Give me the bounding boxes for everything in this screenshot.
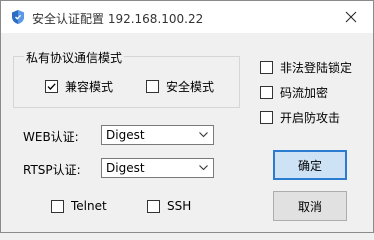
rtsp-auth-value: Digest <box>106 161 145 175</box>
cancel-button[interactable]: 取消 <box>273 191 347 221</box>
web-auth-value: Digest <box>106 128 145 142</box>
rtsp-auth-label: RTSP认证: <box>23 163 81 177</box>
checkbox-box[interactable] <box>260 111 273 124</box>
chevron-down-icon <box>199 165 208 171</box>
title-bar: 安全认证配置 192.168.100.22 <box>1 1 373 33</box>
ok-button[interactable]: 确定 <box>273 150 347 180</box>
shield-icon <box>10 9 26 25</box>
telnet-checkbox[interactable]: Telnet <box>51 199 107 213</box>
private-protocol-group-label: 私有协议通信模式 <box>24 49 125 66</box>
rtsp-auth-select[interactable]: Digest <box>101 158 214 178</box>
close-icon <box>345 11 357 23</box>
security-auth-dialog: 安全认证配置 192.168.100.22 私有协议通信模式 兼容模式 安全模式… <box>0 0 374 233</box>
web-auth-select[interactable]: Digest <box>101 125 214 145</box>
ssh-checkbox[interactable]: SSH <box>147 199 191 213</box>
stream-encrypt-label: 码流加密 <box>280 86 329 100</box>
telnet-label: Telnet <box>71 199 107 213</box>
stream-encrypt-checkbox[interactable]: 码流加密 <box>260 84 328 101</box>
web-auth-label: WEB认证: <box>23 130 79 144</box>
secure-mode-checkbox[interactable]: 安全模式 <box>146 78 214 95</box>
anti-attack-label: 开启防攻击 <box>280 111 341 125</box>
window-title: 安全认证配置 192.168.100.22 <box>32 12 204 26</box>
checkbox-box[interactable] <box>260 61 273 74</box>
close-button[interactable] <box>329 1 373 33</box>
secure-mode-label: 安全模式 <box>166 80 215 94</box>
anti-attack-checkbox[interactable]: 开启防攻击 <box>260 109 340 126</box>
compat-mode-checkbox[interactable]: 兼容模式 <box>45 78 113 95</box>
checkbox-box[interactable] <box>146 80 159 93</box>
checkbox-box[interactable] <box>45 80 58 93</box>
chevron-down-icon <box>199 132 208 138</box>
checkbox-box[interactable] <box>51 199 64 213</box>
checkbox-box[interactable] <box>260 86 273 99</box>
illegal-login-lock-checkbox[interactable]: 非法登陆锁定 <box>260 59 352 76</box>
ssh-label: SSH <box>167 199 192 213</box>
compat-mode-label: 兼容模式 <box>65 80 114 94</box>
illegal-login-lock-label: 非法登陆锁定 <box>280 61 353 75</box>
checkbox-box[interactable] <box>147 199 160 213</box>
checkmark-icon <box>47 83 56 90</box>
